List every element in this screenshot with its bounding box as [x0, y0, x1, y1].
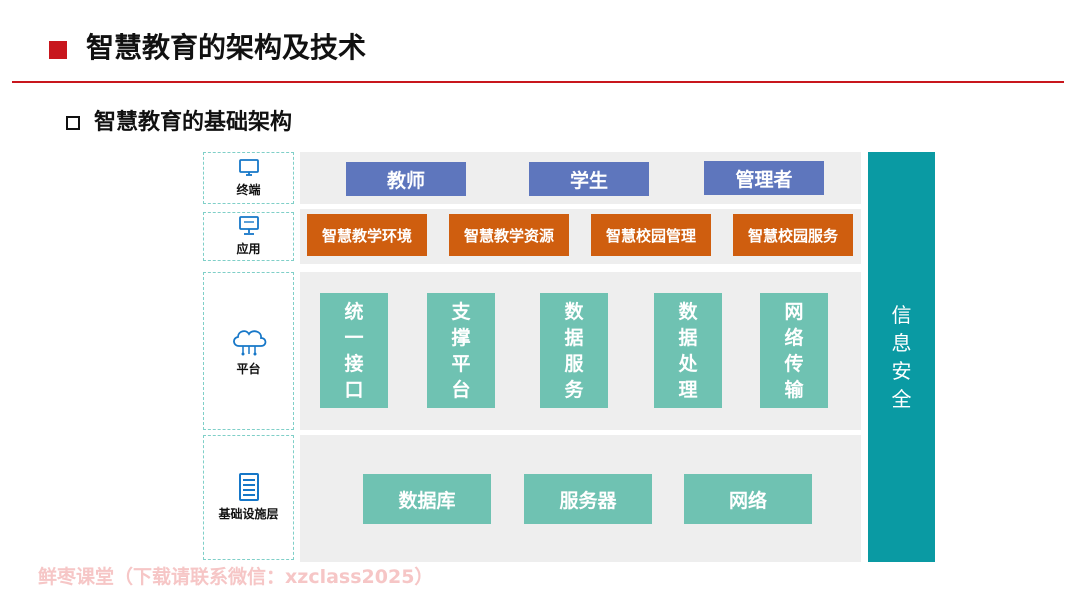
platform-item-label: 数据处理 — [678, 300, 708, 401]
layer-label-text: 应用 — [236, 242, 261, 256]
layer-label-text: 终端 — [236, 182, 261, 197]
computer-icon — [238, 216, 259, 235]
platform-item-data-processing: 数据处理 — [654, 293, 722, 408]
application-item-campus-services: 智慧校园服务 — [733, 214, 853, 256]
application-item-teaching-resources: 智慧教学资源 — [449, 214, 569, 256]
layer-label-platform: 平台 — [203, 272, 294, 430]
title-bullet — [49, 41, 67, 59]
subtitle-bullet — [66, 116, 80, 130]
platform-item-data-service: 数据服务 — [540, 293, 608, 408]
layer-label-application: 应用 — [203, 212, 294, 261]
terminal-item-teacher: 教师 — [346, 162, 466, 196]
layer-label-terminal: 终端 — [203, 152, 294, 204]
application-item-teaching-environment: 智慧教学环境 — [307, 214, 427, 256]
page-title: 智慧教育的架构及技术 — [86, 31, 367, 64]
infrastructure-item-network: 网络 — [684, 474, 812, 524]
platform-item-label: 数据服务 — [564, 300, 594, 401]
cloud-icon — [232, 329, 266, 355]
watermark-text: 鲜枣课堂（下载请联系微信：xzclass2025） — [38, 566, 434, 588]
layer-label-text: 平台 — [236, 361, 261, 376]
layer-label-infrastructure: 基础设施层 — [203, 435, 294, 560]
platform-item-unified-interface: 统一接口 — [320, 293, 388, 408]
title-divider — [12, 81, 1064, 83]
terminal-item-student: 学生 — [529, 162, 649, 196]
platform-item-support-platform: 支撑平台 — [427, 293, 495, 408]
security-label: 信息安全 — [891, 303, 924, 411]
monitor-icon — [238, 158, 259, 176]
section-subtitle: 智慧教育的基础架构 — [94, 110, 293, 135]
infrastructure-item-server: 服务器 — [524, 474, 652, 524]
information-security-bar: 信息安全 — [868, 152, 935, 562]
platform-item-label: 支撑平台 — [451, 300, 481, 401]
layer-label-text: 基础设施层 — [218, 507, 279, 521]
server-icon — [238, 473, 259, 501]
platform-item-label: 网络传输 — [784, 300, 814, 401]
terminal-item-administrator: 管理者 — [704, 161, 824, 195]
application-item-campus-management: 智慧校园管理 — [591, 214, 711, 256]
infrastructure-item-database: 数据库 — [363, 474, 491, 524]
platform-item-label: 统一接口 — [344, 300, 374, 401]
platform-item-network-transmission: 网络传输 — [760, 293, 828, 408]
